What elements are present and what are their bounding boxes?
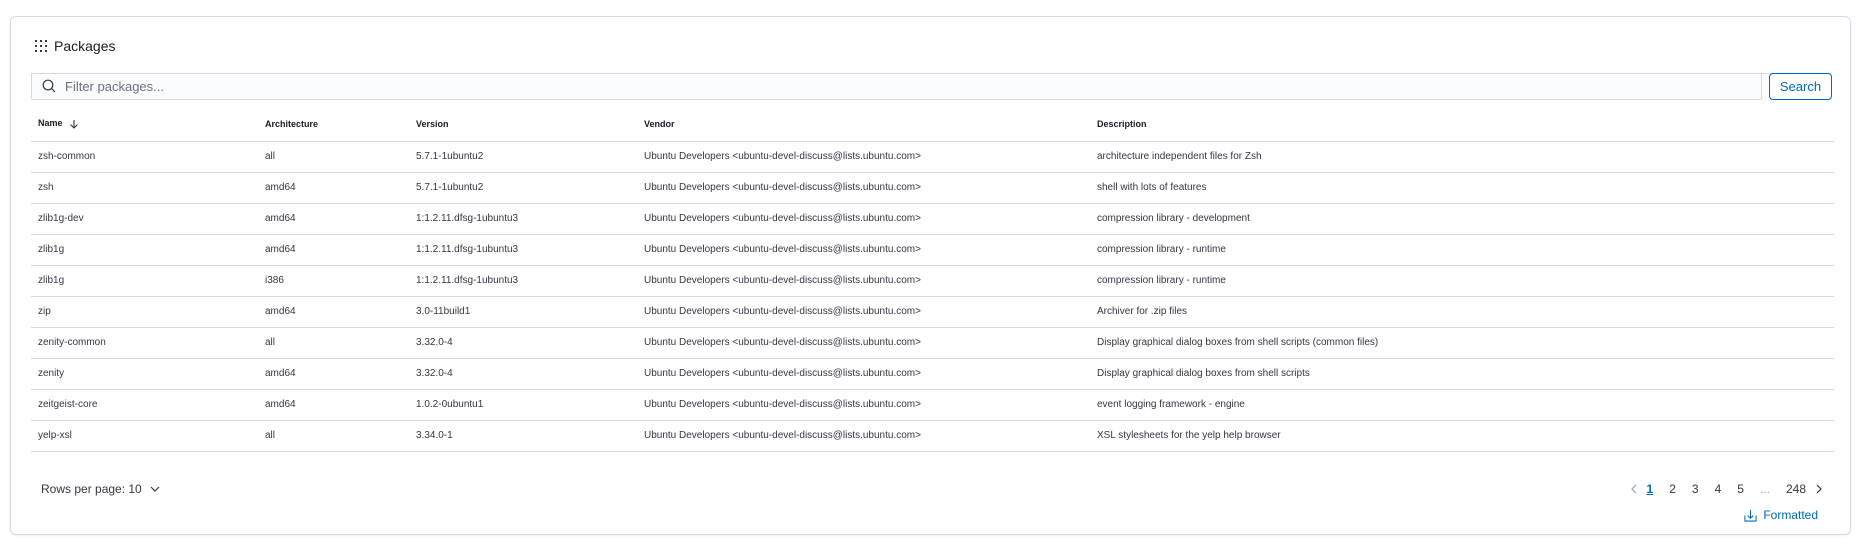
cell-architecture: amd64 (258, 234, 409, 266)
cell-description: event logging framework - engine (1090, 389, 1834, 421)
chevron-left-icon[interactable] (1629, 484, 1639, 494)
export-label: Formatted (1763, 508, 1818, 522)
download-icon (1744, 509, 1757, 522)
table-row[interactable]: yelp-xsl all 3.34.0-1 Ubuntu Developers <ub… (31, 420, 1834, 452)
cell-version: 3.32.0-4 (409, 358, 637, 390)
export-formatted-button[interactable]: Formatted (1744, 508, 1818, 522)
table-row[interactable]: zip amd64 3.0-11build1 Ubuntu Developers <u… (31, 296, 1834, 328)
cell-architecture: amd64 (258, 296, 409, 328)
cell-version: 5.7.1-1ubuntu2 (409, 172, 637, 204)
arrow-down-icon (70, 120, 78, 129)
cell-description: compression library - development (1090, 203, 1834, 235)
page-4-button[interactable]: 4 (1715, 482, 1722, 496)
cell-vendor: Ubuntu Developers <ubuntu-devel-discuss@… (637, 141, 1090, 173)
search-icon (42, 79, 56, 93)
cell-vendor: Ubuntu Developers <ubuntu-devel-discuss@… (637, 172, 1090, 204)
cell-name: zlib1g-dev (31, 203, 258, 235)
cell-vendor: Ubuntu Developers <ubuntu-devel-discuss@… (637, 420, 1090, 452)
cell-version: 5.7.1-1ubuntu2 (409, 141, 637, 173)
cell-architecture: amd64 (258, 389, 409, 421)
cell-vendor: Ubuntu Developers <ubuntu-devel-discuss@… (637, 327, 1090, 359)
search-input[interactable] (65, 78, 1761, 94)
pagination: 1 2 3 4 5 ... 248 (1629, 482, 1824, 496)
column-header-name[interactable]: Name (31, 107, 258, 142)
cell-version: 3.32.0-4 (409, 327, 637, 359)
cell-name: zsh-common (31, 141, 258, 173)
table-row[interactable]: zlib1g amd64 1:1.2.11.dfsg-1ubuntu3 Ubuntu … (31, 234, 1834, 266)
search-box (31, 72, 1762, 100)
table-row[interactable]: zsh-common all 5.7.1-1ubuntu2 Ubuntu Develo… (31, 141, 1834, 173)
table-body: zsh-common all 5.7.1-1ubuntu2 Ubuntu Develo… (31, 141, 1834, 452)
rows-per-page-button[interactable]: Rows per page: 10 (41, 482, 160, 496)
cell-description: Display graphical dialog boxes from shel… (1090, 358, 1834, 390)
cell-vendor: Ubuntu Developers <ubuntu-devel-discuss@… (637, 203, 1090, 235)
cell-vendor: Ubuntu Developers <ubuntu-devel-discuss@… (637, 296, 1090, 328)
cell-name: zlib1g (31, 265, 258, 297)
cell-description: compression library - runtime (1090, 265, 1834, 297)
cell-description: Display graphical dialog boxes from shel… (1090, 327, 1834, 359)
cell-name: zip (31, 296, 258, 328)
pagination-ellipsis: ... (1759, 482, 1770, 496)
cell-architecture: all (258, 141, 409, 173)
cell-architecture: all (258, 327, 409, 359)
table-row[interactable]: zlib1g i386 1:1.2.11.dfsg-1ubuntu3 Ubuntu D… (31, 265, 1834, 297)
cell-name: zenity-common (31, 327, 258, 359)
cell-architecture: all (258, 420, 409, 452)
table-row[interactable]: zenity-common all 3.32.0-4 Ubuntu Developer… (31, 327, 1834, 359)
cell-description: Archiver for .zip files (1090, 296, 1834, 328)
column-header-vendor[interactable]: Vendor (637, 107, 1090, 142)
table-header-row: Name Architecture Version Vendor Descrip… (31, 107, 1834, 142)
packages-table: Name Architecture Version Vendor Descrip… (31, 107, 1834, 452)
page-last-button[interactable]: 248 (1786, 482, 1806, 496)
panel-title: Packages (54, 38, 116, 54)
cell-name: yelp-xsl (31, 420, 258, 452)
search-row: Search (31, 72, 1832, 100)
packages-panel: Packages Search Name Architecture (10, 16, 1851, 535)
cell-description: shell with lots of features (1090, 172, 1834, 204)
page-1-button[interactable]: 1 (1647, 482, 1654, 496)
cell-version: 1:1.2.11.dfsg-1ubuntu3 (409, 265, 637, 297)
chevron-down-icon (150, 486, 160, 492)
cell-name: zsh (31, 172, 258, 204)
cell-vendor: Ubuntu Developers <ubuntu-devel-discuss@… (637, 358, 1090, 390)
table-row[interactable]: zeitgeist-core amd64 1.0.2-0ubuntu1 Ubuntu … (31, 389, 1834, 421)
rows-per-page-label: Rows per page: 10 (41, 482, 142, 496)
search-button[interactable]: Search (1769, 72, 1832, 100)
page-5-button[interactable]: 5 (1737, 482, 1744, 496)
column-header-architecture[interactable]: Architecture (258, 107, 409, 142)
column-header-version[interactable]: Version (409, 107, 637, 142)
cell-version: 1:1.2.11.dfsg-1ubuntu3 (409, 234, 637, 266)
cell-version: 1.0.2-0ubuntu1 (409, 389, 637, 421)
cell-description: compression library - runtime (1090, 234, 1834, 266)
cell-version: 1:1.2.11.dfsg-1ubuntu3 (409, 203, 637, 235)
cell-architecture: amd64 (258, 358, 409, 390)
cell-architecture: amd64 (258, 203, 409, 235)
cell-version: 3.34.0-1 (409, 420, 637, 452)
cell-name: zeitgeist-core (31, 389, 258, 421)
cell-description: XSL stylesheets for the yelp help browse… (1090, 420, 1834, 452)
cell-architecture: amd64 (258, 172, 409, 204)
cell-vendor: Ubuntu Developers <ubuntu-devel-discuss@… (637, 389, 1090, 421)
cell-description: architecture independent files for Zsh (1090, 141, 1834, 173)
cell-version: 3.0-11build1 (409, 296, 637, 328)
column-header-label: Name (38, 118, 63, 129)
panel-header: Packages (31, 29, 1830, 74)
chevron-right-icon[interactable] (1814, 484, 1824, 494)
page-2-button[interactable]: 2 (1669, 482, 1676, 496)
cell-vendor: Ubuntu Developers <ubuntu-devel-discuss@… (637, 265, 1090, 297)
cell-name: zlib1g (31, 234, 258, 266)
cell-name: zenity (31, 358, 258, 390)
apps-grid-icon (35, 40, 47, 52)
page-3-button[interactable]: 3 (1692, 482, 1699, 496)
cell-vendor: Ubuntu Developers <ubuntu-devel-discuss@… (637, 234, 1090, 266)
table-row[interactable]: zenity amd64 3.32.0-4 Ubuntu Developers <ub… (31, 358, 1834, 390)
table-row[interactable]: zsh amd64 5.7.1-1ubuntu2 Ubuntu Developers … (31, 172, 1834, 204)
cell-architecture: i386 (258, 265, 409, 297)
column-header-description[interactable]: Description (1090, 107, 1834, 142)
table-row[interactable]: zlib1g-dev amd64 1:1.2.11.dfsg-1ubuntu3 Ubu… (31, 203, 1834, 235)
